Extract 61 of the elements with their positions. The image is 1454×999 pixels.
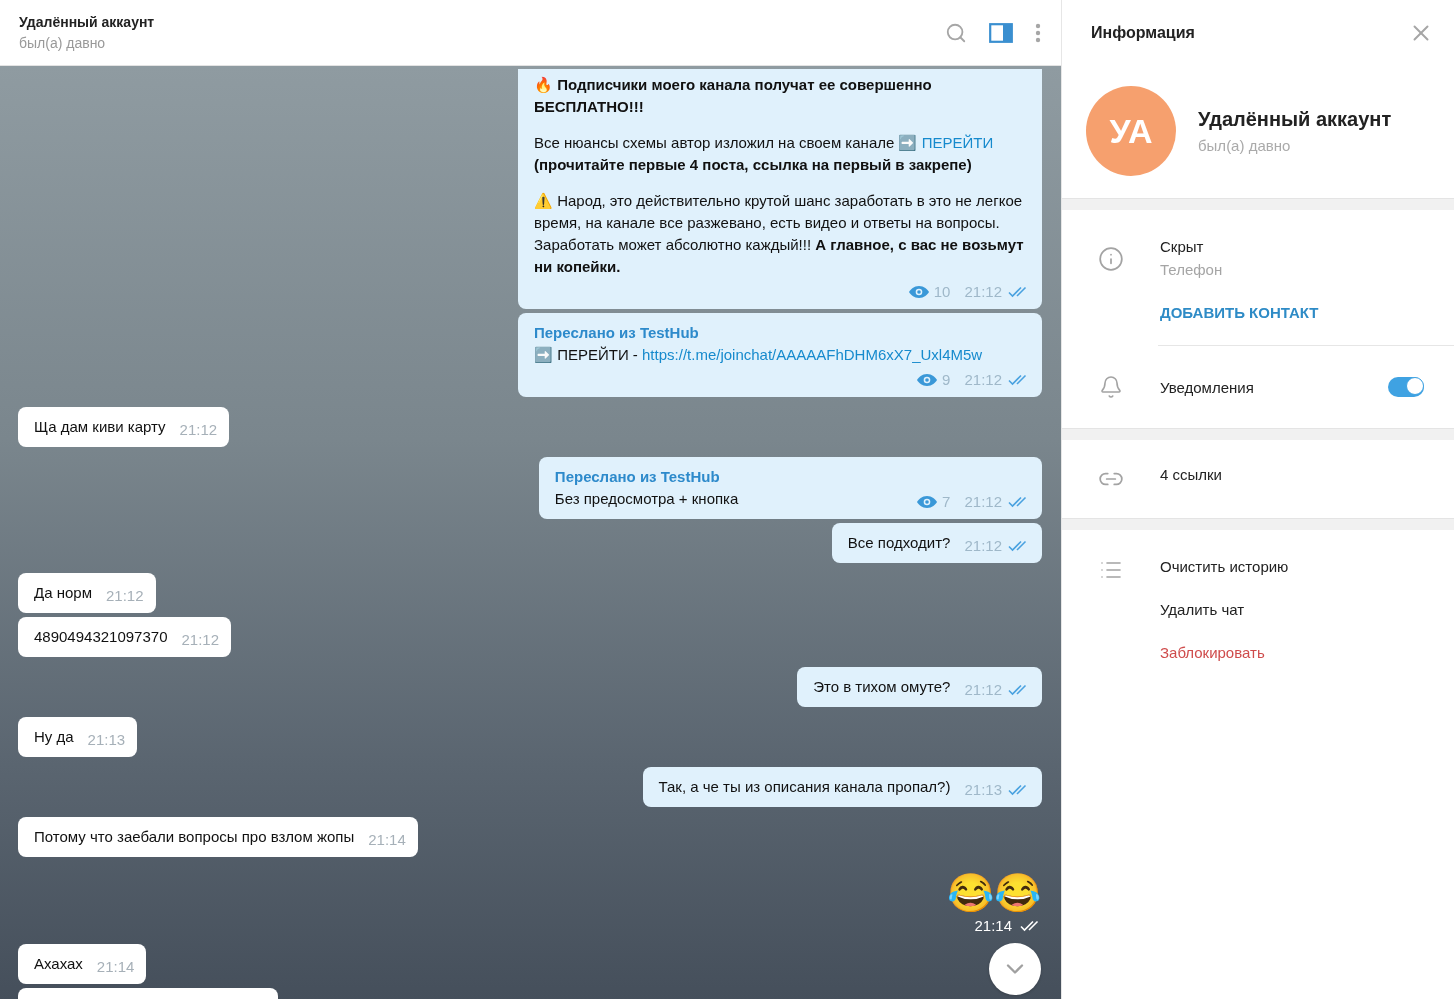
message-text: Все нюансы схемы автор изложил на своем канале ➡ ПЕРЕЙТИ (прочитайте первые 4 поста, ссылка на первый в закрепе) (534, 133, 995, 175)
message-time: 21:14 (368, 830, 406, 850)
message-time: 21:12 (964, 282, 1002, 302)
search-icon (945, 21, 967, 44)
notifications-label: Уведомления (1160, 378, 1254, 396)
message-text: 🔥 Подписчики моего канала получат ее совершенно БЕСПЛАТНО!!! (534, 75, 933, 117)
message-time: 21:12 (181, 630, 220, 650)
panel-action[interactable]: Заблокировать (1160, 644, 1265, 661)
more-button[interactable] (1035, 22, 1041, 43)
message-time: 21:14 (96, 957, 135, 977)
view-count: 10 (933, 282, 951, 302)
message-text: Это в тихом омуте? (813, 677, 951, 697)
message-text: Да норм (34, 583, 92, 603)
phone-label: Телефон (1160, 261, 1223, 278)
message-time: 21:13 (964, 780, 1002, 800)
panel-title: Информация (1091, 24, 1195, 42)
message-time: 21:13 (87, 730, 126, 750)
link[interactable]: https://t.me/joinchat/AAAAAFhDHM6xX7_Uxl4M5w (642, 346, 983, 363)
message-text: Так, а че ты из описания канала пропал?) (658, 777, 951, 797)
eye-icon (917, 496, 938, 508)
side-panel-button[interactable] (989, 22, 1013, 43)
view-count: 9 (942, 370, 951, 390)
chat-title: Удалённый аккаунт (19, 14, 155, 30)
message-text: Ахахах (34, 954, 83, 974)
panel-action[interactable]: Очистить историю (1160, 558, 1289, 575)
message-time: 21:12 (179, 420, 218, 440)
message-text: ⚠ Народ, это действительно крутой шанс заработать в это не легкое время, на канале все разжевано, есть видео и ответы на вопросы. Заработать может абсолютно каждый!!! А главное, с вас не возьмут ни копейки. (534, 191, 1025, 277)
message-text: Все подходит? (847, 533, 951, 553)
forwarded-from-label[interactable]: Переслано из TestHub (554, 466, 720, 488)
message-time: 21:12 (964, 680, 1002, 700)
forwarded-from-label[interactable]: Переслано из TestHub (534, 322, 699, 344)
profile-status: был(а) давно (1198, 137, 1291, 154)
message-text: Ща дам киви карту (34, 417, 166, 437)
message-time: 21:12 (964, 492, 1002, 512)
eye-icon (908, 286, 929, 298)
view-count: 7 (942, 492, 951, 512)
profile-name: Удалённый аккаунт (1198, 108, 1392, 131)
more-icon (1035, 22, 1041, 43)
link[interactable]: ПЕРЕЙТИ (921, 134, 994, 151)
message-text: Потому что заебали вопросы про взлом жопы (34, 827, 355, 847)
message-time: 21:12 (964, 370, 1002, 390)
bell-icon (1099, 375, 1123, 399)
message-text: Ну да (34, 727, 74, 747)
message-text: ➡ ПЕРЕЙТИ - https://t.me/joinchat/AAAAAFhDHM6xX7_Uxl4M5w (534, 345, 984, 365)
message-time: 21:12 (964, 536, 1002, 556)
message-text: Без предосмотра + кнопка (554, 489, 740, 509)
chat-status: был(а) давно (19, 35, 106, 51)
avatar: УА (1086, 86, 1176, 176)
panel-action[interactable]: Удалить чат (1160, 601, 1245, 618)
message-time: 21:12 (105, 586, 144, 606)
search-button[interactable] (945, 21, 967, 44)
side-panel-icon (989, 22, 1013, 43)
phone-value: Скрыт (1160, 238, 1204, 255)
info-icon (1098, 246, 1124, 272)
message-text: 4890494321097370 (34, 627, 168, 647)
message-time: 21:14 (974, 917, 1012, 934)
eye-icon (917, 374, 938, 386)
emoji-message: 😂😂 (947, 871, 1042, 915)
links-count[interactable]: 4 ссылки (1160, 466, 1222, 483)
notifications-toggle[interactable] (1388, 377, 1424, 397)
add-contact-button[interactable]: ДОБАВИТЬ КОНТАКТ (1160, 304, 1319, 321)
